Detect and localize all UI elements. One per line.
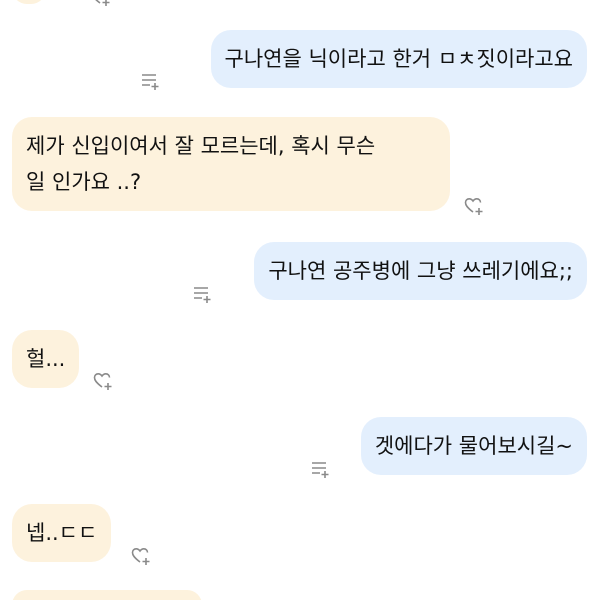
message-bubble-partial-top <box>12 0 46 4</box>
heart-plus-icon[interactable] <box>90 0 112 8</box>
reply-list-icon[interactable] <box>139 70 161 92</box>
message-bubble-partial-bottom <box>12 590 202 600</box>
message-bubble-incoming[interactable]: 헐... <box>12 330 80 388</box>
reply-list-icon[interactable] <box>309 458 331 480</box>
message-bubble-outgoing[interactable]: 구나연을 닉이라고 한거 ㅁㅊ짓이라고요 <box>210 30 587 88</box>
message-bubble-incoming[interactable]: 제가 신입이여서 잘 모르는데, 혹시 무슨 일 인가요 ..? <box>12 117 450 211</box>
heart-plus-icon[interactable] <box>92 370 114 392</box>
reply-list-icon[interactable] <box>191 283 213 305</box>
heart-plus-icon[interactable] <box>463 195 485 217</box>
heart-plus-icon[interactable] <box>130 545 152 567</box>
chat-thread[interactable]: 구나연을 닉이라고 한거 ㅁㅊ짓이라고요 제가 신입이여서 잘 모르는데, 혹시… <box>0 0 600 600</box>
message-bubble-outgoing[interactable]: 구나연 공주병에 그냥 쓰레기에요;; <box>254 242 587 300</box>
message-bubble-incoming[interactable]: 넵..ㄷㄷ <box>12 504 112 562</box>
message-bubble-outgoing[interactable]: 겟에다가 물어보시길~ <box>360 417 587 475</box>
